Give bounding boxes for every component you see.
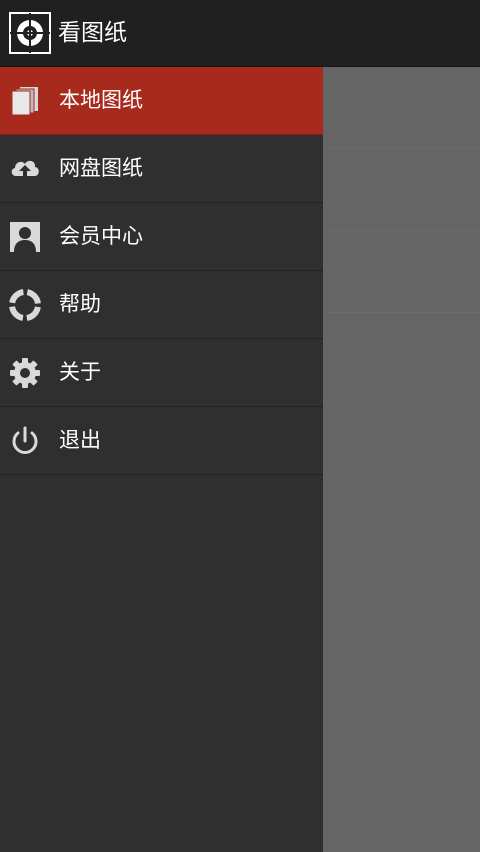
lifebuoy-icon [8, 288, 42, 322]
drawer-item-label: 会员中心 [59, 224, 143, 248]
drawer-item-member-center[interactable]: 会员中心 [0, 203, 323, 271]
user-profile-icon [10, 222, 40, 252]
list-divider [323, 230, 480, 231]
drawer-item-label: 网盘图纸 [59, 156, 143, 180]
crosshair-target-icon[interactable] [9, 12, 51, 54]
list-divider [323, 148, 480, 149]
drawer-item-about[interactable]: 关于 [0, 339, 323, 407]
drawer-item-label: 帮助 [59, 292, 101, 316]
app-window: 看图纸 本地图纸 网盘图纸 会员中心 帮助 关于 退出 [0, 0, 480, 852]
documents-icon [11, 87, 38, 116]
drawer-item-help[interactable]: 帮助 [0, 271, 323, 339]
app-title: 看图纸 [58, 20, 127, 46]
drawer-item-exit[interactable]: 退出 [0, 407, 323, 475]
drawer-item-label: 本地图纸 [59, 88, 143, 112]
list-divider [323, 312, 480, 313]
drawer-item-label: 关于 [59, 360, 101, 384]
title-bar: 看图纸 [0, 0, 480, 67]
main-content-area[interactable] [323, 67, 480, 852]
cloud-upload-icon [11, 160, 39, 178]
navigation-drawer: 本地图纸 网盘图纸 会员中心 帮助 关于 退出 [0, 67, 323, 852]
drawer-item-local-drawings[interactable]: 本地图纸 [0, 67, 323, 135]
drawer-item-cloud-drawings[interactable]: 网盘图纸 [0, 135, 323, 203]
drawer-item-label: 退出 [59, 428, 101, 452]
power-icon [12, 426, 38, 454]
gear-icon [10, 358, 40, 388]
